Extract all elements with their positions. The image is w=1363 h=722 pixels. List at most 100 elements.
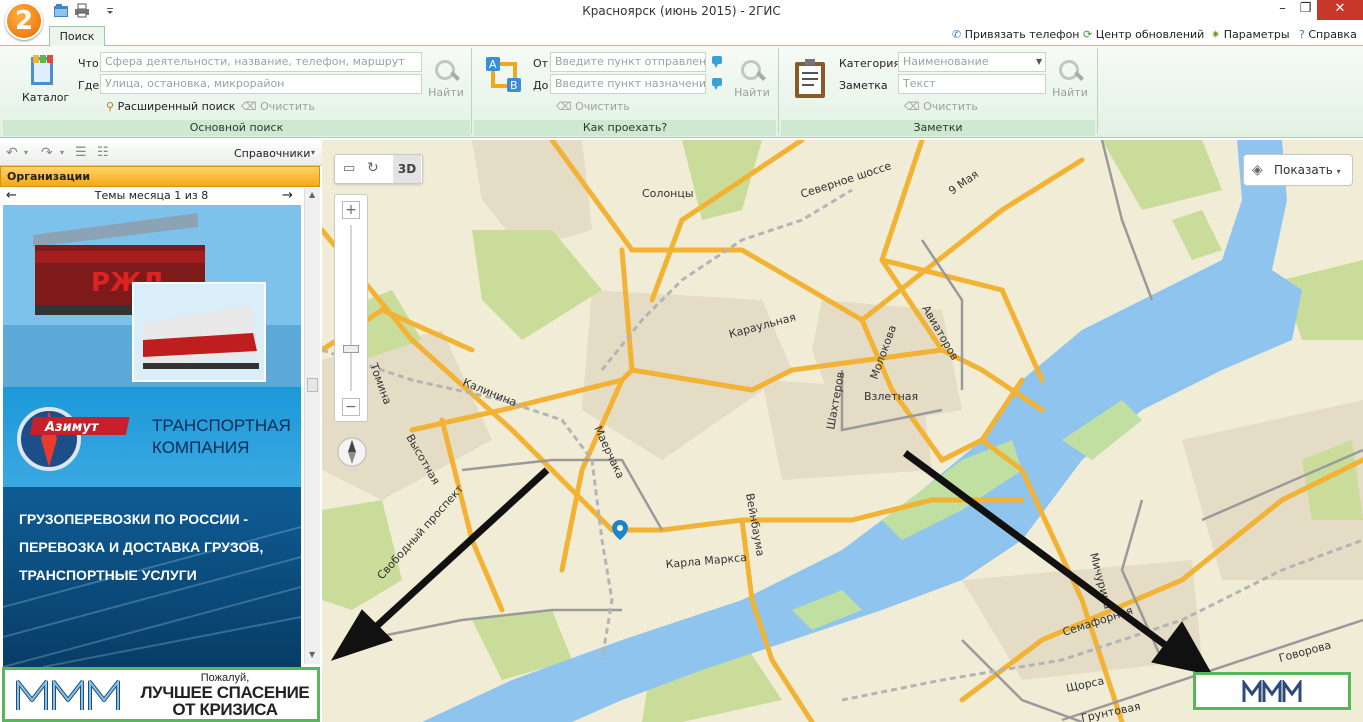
advanced-search-button[interactable]: ⚲ Расширенный поиск [106,100,235,113]
azimut-logo-icon: Азимут [17,407,130,471]
advertisement-panel[interactable]: РЖД Азимут ТРАНСПОРТНАЯ КОМПАНИЯ ГРУЗОПЕ… [3,205,301,667]
from-input[interactable]: Введите пункт отправления [550,52,706,72]
where-input[interactable]: Улица, остановка, микрорайон [100,74,422,94]
note-label: Заметка [839,79,888,92]
ribbon-separator [778,48,779,134]
banner-slogan: ЛУЧШЕЕ СПАСЕНИЕ ОТ КРИЗИСА [140,683,310,719]
scroll-thumb[interactable] [307,378,318,392]
rotate-icon[interactable]: ↻ [367,160,379,176]
back-icon[interactable]: ↶ [6,145,18,161]
next-arrow-icon[interactable]: → [282,188,293,204]
chevron-down-icon[interactable]: ▾ [60,148,64,157]
left-panel-scrollbar[interactable]: ▲ ▼ [304,188,320,664]
from-marker-icon[interactable] [711,55,723,69]
forward-icon[interactable]: ↷ [41,145,53,161]
notes-clear-button[interactable]: ⌫ Очистить [904,100,978,113]
chevron-down-icon: ▾ [1336,167,1341,176]
group-title-route: Как проехать? [474,120,776,136]
route-find-button[interactable]: Найти [732,54,772,104]
ruler-icon[interactable]: ▭ [343,161,355,176]
directories-dropdown[interactable]: Справочники [234,147,310,160]
minimize-button[interactable]: – [1271,0,1294,20]
what-label: Что [78,57,99,70]
to-label: До [533,79,549,92]
ad-text: ГРУЗОПЕРЕВОЗКИ ПО РОССИИ - ПЕРЕВОЗКА И Д… [19,511,264,583]
parameters-link[interactable]: ✷ Параметры [1211,28,1290,41]
magnifier-icon [739,58,765,84]
zoom-track[interactable] [350,225,352,391]
layers-icon: ◈ [1252,162,1263,178]
chevron-down-icon[interactable]: ▾ [311,148,315,157]
svg-text:B: B [510,79,518,92]
scroll-up-icon[interactable]: ▲ [309,190,315,199]
update-center-link[interactable]: ⟳ Центр обновлений [1083,28,1204,41]
route-clear-button[interactable]: ⌫ Очистить [556,100,630,113]
advanced-search-icon: ⚲ [106,100,115,113]
organizations-header[interactable]: Организации [0,166,320,187]
ribbon: Каталог Что Сфера деятельности, название… [0,46,1363,138]
to-input[interactable]: Введите пункт назначения [550,74,706,94]
mmm-logo-icon [1242,680,1302,702]
chevron-down-icon[interactable]: ▼ [1036,57,1042,66]
eraser-icon: ⌫ [241,100,257,113]
tab-search[interactable]: Поиск [49,26,105,47]
help-icon: ? [1299,28,1305,41]
tree-view-icon[interactable]: ☷ [97,145,109,160]
from-label: От [533,57,549,70]
mmm-logo-icon [16,679,120,710]
ribbon-separator [1097,48,1098,134]
scroll-down-icon[interactable]: ▼ [309,650,315,659]
route-icon: AB [486,57,521,92]
zoom-control: + − [334,194,368,422]
compass-icon[interactable] [336,436,368,468]
mmm-banner[interactable]: Пожалуй, ЛУЧШЕЕ СПАСЕНИЕ ОТ КРИЗИСА [2,667,320,722]
main-find-button[interactable]: Найти [426,54,466,104]
catalog-button[interactable]: Каталог [22,91,69,104]
catalog-icon [31,55,53,85]
list-view-icon[interactable]: ☰ [75,145,87,160]
ribbon-separator [471,48,472,134]
note-input[interactable]: Текст [898,74,1046,94]
what-input[interactable]: Сфера деятельности, название, телефон, м… [100,52,422,72]
city-map[interactable]: Солонцы Северное шоссе 9 Мая Караульная … [322,140,1363,722]
themes-label: Темы месяца 1 из 8 [94,189,209,202]
category-label: Категория [839,57,900,70]
chevron-down-icon[interactable]: ▾ [24,148,28,157]
to-marker-icon[interactable] [711,77,723,91]
gear-icon: ✷ [1211,28,1221,41]
svg-text:A: A [489,58,497,71]
notes-find-button[interactable]: Найти [1050,54,1090,104]
bind-phone-link[interactable]: ✆ Привязать телефон [952,28,1080,41]
svg-text:Азимут: Азимут [44,420,100,435]
title-bar: 2 Красноярск (июнь 2015) - 2ГИС – ❐ ✕ [0,0,1363,40]
app-logo[interactable]: 2 [5,2,43,40]
show-layers-button[interactable]: ◈ Показать ▾ [1243,154,1353,186]
left-panel-toolbar: ↶ ▾ ↷ ▾ ☰ ☷ Справочники ▾ [0,142,322,166]
ad-train-photo-area: РЖД [3,205,301,387]
3d-toggle-button[interactable]: 3D [393,155,421,183]
zoom-in-button[interactable]: + [342,201,360,219]
zoom-out-button[interactable]: − [342,398,360,416]
close-button[interactable]: ✕ [1317,0,1363,20]
prev-arrow-icon[interactable]: ← [6,188,17,204]
ad-company-block: Азимут ТРАНСПОРТНАЯ КОМПАНИЯ [3,387,301,487]
group-title-main-search: Основной поиск [3,120,470,136]
map-tools-bar: ▭ ↻ 3D [334,154,423,184]
main-clear-button[interactable]: ⌫ Очистить [241,100,315,113]
map-area[interactable]: Солонцы Северное шоссе 9 Мая Караульная … [322,140,1363,722]
company-name: ТРАНСПОРТНАЯ КОМПАНИЯ [152,416,291,457]
window-title: Красноярск (июнь 2015) - 2ГИС [582,4,781,18]
mmm-map-banner[interactable] [1193,672,1351,710]
help-link[interactable]: ? Справка [1299,28,1357,41]
category-select[interactable]: Наименование [898,52,1046,72]
train-illustration: РЖД [3,205,301,387]
group-title-notes: Заметки [781,120,1095,136]
phone-icon: ✆ [952,28,962,41]
maximize-button[interactable]: ❐ [1294,0,1317,20]
magnifier-icon [1057,58,1083,84]
eraser-icon: ⌫ [904,100,920,113]
ad-text-block: ГРУЗОПЕРЕВОЗКИ ПО РОССИИ - ПЕРЕВОЗКА И Д… [3,487,301,667]
label-vzletnaya: Взлетная [864,390,918,403]
zoom-slider-handle[interactable] [343,345,359,353]
notes-icon [795,59,825,98]
